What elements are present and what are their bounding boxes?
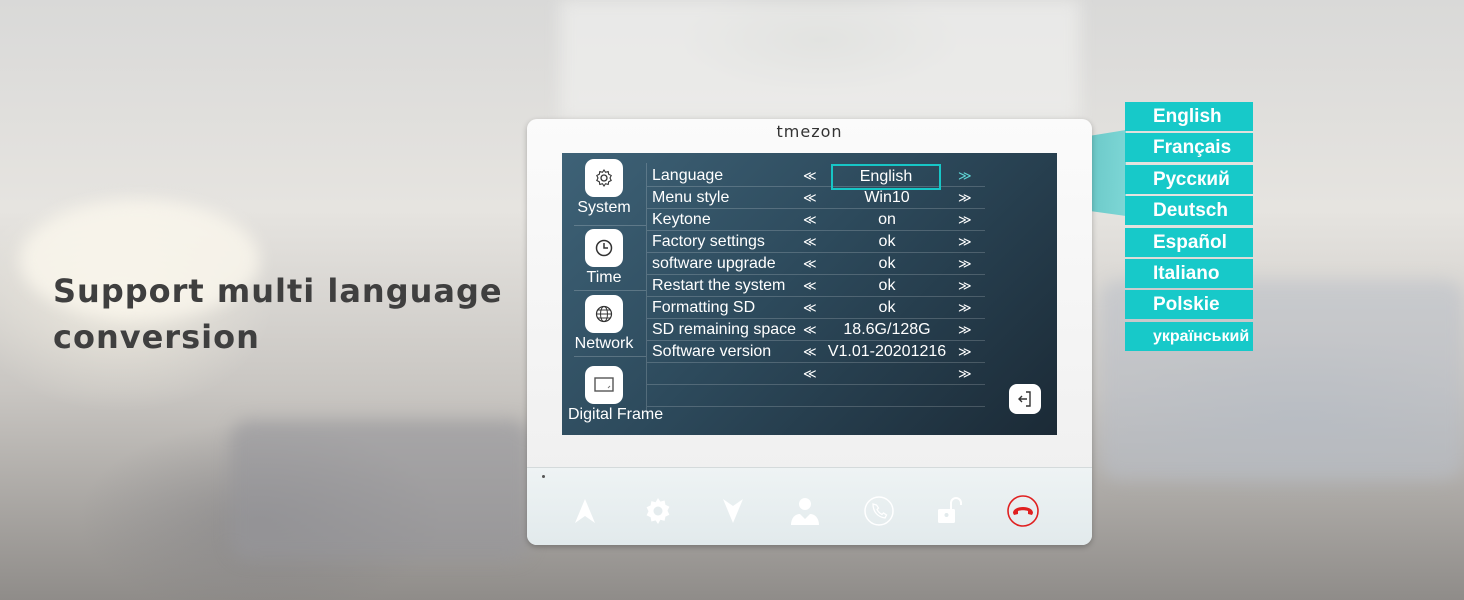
settings-row[interactable]: Language ≪ English ≫: [647, 164, 985, 190]
settings-row-empty: [647, 385, 985, 407]
next-option-icon[interactable]: ≫: [958, 256, 972, 272]
sidebar-label: Network: [574, 335, 634, 352]
setting-label: Factory settings: [652, 233, 765, 250]
language-option[interactable]: Deutsch: [1125, 196, 1253, 226]
language-option[interactable]: український: [1125, 321, 1253, 351]
exit-button[interactable]: [1009, 384, 1041, 414]
globe-icon: [585, 295, 623, 333]
setting-value: on: [878, 211, 896, 228]
previous-option-icon[interactable]: ≪: [803, 190, 817, 206]
language-list: English Français Русский Deutsch Español Ital…: [1125, 102, 1253, 353]
next-option-icon[interactable]: ≫: [958, 190, 972, 206]
call-button[interactable]: [861, 493, 897, 529]
previous-option-icon[interactable]: ≪: [803, 256, 817, 272]
setting-value: Win10: [864, 189, 910, 206]
microphone-hole: [542, 475, 545, 478]
sidebar-label: Digital Frame: [568, 406, 664, 423]
unlock-icon: [938, 497, 962, 523]
unlock-button[interactable]: [931, 493, 967, 529]
settings-button[interactable]: [640, 493, 676, 529]
previous-option-icon[interactable]: ≪: [803, 322, 817, 338]
setting-value: V1.01-20201216: [827, 343, 947, 360]
settings-row[interactable]: Software version ≪ V1.01-20201216 ≫: [647, 341, 985, 363]
language-option[interactable]: Français: [1125, 133, 1253, 163]
divider: [574, 356, 646, 357]
background-window: [560, 0, 1080, 120]
setting-label: Restart the system: [652, 277, 786, 294]
clock-icon: [585, 229, 623, 267]
settings-row[interactable]: Formatting SD ≪ ok ≫: [647, 297, 985, 319]
setting-label: Keytone: [652, 211, 711, 228]
settings-row[interactable]: Keytone ≪ on ≫: [647, 209, 985, 231]
gear-icon: [585, 159, 623, 197]
language-option[interactable]: Español: [1125, 227, 1253, 257]
settings-row[interactable]: Factory settings ≪ ok ≫: [647, 231, 985, 253]
next-option-icon[interactable]: ≫: [958, 234, 972, 250]
next-option-icon[interactable]: ≫: [958, 344, 972, 360]
previous-option-icon[interactable]: ≪: [803, 300, 817, 316]
setting-value: ok: [878, 299, 896, 316]
settings-row[interactable]: software upgrade ≪ ok ≫: [647, 253, 985, 275]
settings-row[interactable]: Restart the system ≪ ok ≫: [647, 275, 985, 297]
settings-list: Language ≪ English ≫ Menu style ≪ Win10 ≫ Keyton…: [647, 164, 985, 407]
down-arrow-icon: [723, 499, 743, 523]
headline-line-1: Support multi language: [53, 272, 503, 310]
up-arrow-icon: [575, 499, 595, 523]
headline-line-2: conversion: [53, 318, 260, 356]
previous-option-icon[interactable]: ≪: [803, 278, 817, 294]
intercom-monitor: tmezon System Time Network Digital Frame…: [527, 119, 1092, 545]
language-option[interactable]: English: [1125, 102, 1253, 131]
previous-option-icon[interactable]: ≪: [803, 234, 817, 250]
divider: [574, 290, 646, 291]
setting-label: SD remaining space: [652, 321, 797, 338]
setting-value: ok: [878, 255, 896, 272]
next-option-icon[interactable]: ≫: [958, 366, 972, 382]
next-option-icon[interactable]: ≫: [958, 278, 972, 294]
language-option[interactable]: Italiano: [1125, 258, 1253, 288]
settings-sidebar: System Time Network Digital Frame: [562, 153, 663, 435]
setting-label: Formatting SD: [652, 299, 756, 316]
up-button[interactable]: [567, 493, 603, 529]
previous-option-icon[interactable]: ≪: [803, 344, 817, 360]
language-option[interactable]: Polskie: [1125, 290, 1253, 320]
previous-option-icon[interactable]: ≪: [803, 366, 817, 382]
settings-row[interactable]: SD remaining space ≪ 18.6G/128G ≫: [647, 319, 985, 341]
contacts-icon: [791, 498, 819, 525]
language-option[interactable]: Русский: [1125, 164, 1253, 194]
down-button[interactable]: [715, 493, 751, 529]
settings-gear-icon: [646, 498, 670, 524]
settings-row[interactable]: ≪ ≫: [647, 363, 985, 385]
setting-value: ok: [878, 233, 896, 250]
picture-frame-icon: [585, 366, 623, 404]
sidebar-label: System: [577, 199, 631, 216]
previous-option-icon[interactable]: ≪: [803, 168, 817, 184]
next-option-icon[interactable]: ≫: [958, 212, 972, 228]
setting-label: software upgrade: [652, 255, 776, 272]
exit-icon: [1018, 391, 1031, 407]
next-option-icon[interactable]: ≫: [958, 168, 972, 184]
setting-label: Language: [652, 167, 724, 184]
setting-label: Software version: [652, 343, 772, 360]
hang-up-button[interactable]: [1005, 493, 1041, 529]
setting-value: 18.6G/128G: [843, 321, 931, 338]
setting-label: Menu style: [652, 189, 730, 206]
contacts-button[interactable]: [787, 493, 823, 529]
sidebar-label: Time: [586, 269, 622, 286]
sidebar-item-system[interactable]: System: [562, 159, 646, 217]
divider: [574, 225, 646, 226]
next-option-icon[interactable]: ≫: [958, 322, 972, 338]
headline: Support multi language conversion: [53, 268, 503, 360]
sidebar-item-network[interactable]: Network: [562, 295, 646, 353]
previous-option-icon[interactable]: ≪: [803, 212, 817, 228]
next-option-icon[interactable]: ≫: [958, 300, 972, 316]
button-panel: [527, 467, 1092, 545]
settings-row[interactable]: Menu style ≪ Win10 ≫: [647, 187, 985, 209]
sidebar-item-time[interactable]: Time: [562, 229, 646, 287]
settings-screen: System Time Network Digital Frame Langua…: [562, 153, 1057, 435]
hang-up-icon: [1007, 495, 1039, 527]
brand-logo: tmezon: [776, 122, 843, 141]
setting-value: ok: [878, 277, 896, 294]
background-sofa-left: [230, 420, 530, 560]
call-icon: [864, 496, 894, 526]
